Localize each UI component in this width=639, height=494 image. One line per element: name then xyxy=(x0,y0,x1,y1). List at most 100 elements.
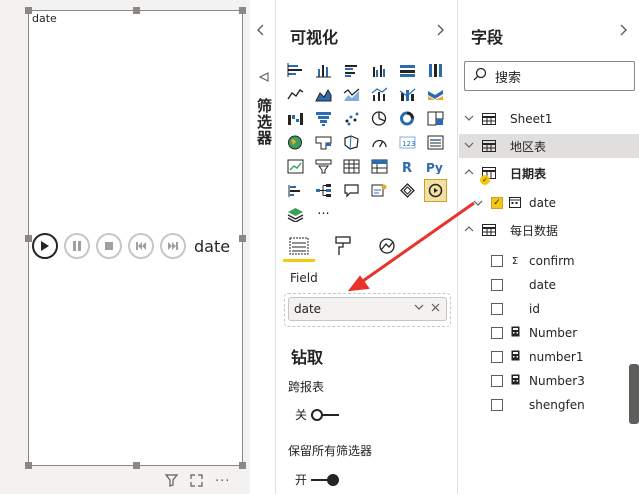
keep-filters-toggle[interactable]: 开 xyxy=(295,471,340,488)
clustered-bar-icon[interactable] xyxy=(341,60,362,81)
100-stacked-column-icon[interactable] xyxy=(425,60,446,81)
play-axis-visual[interactable]: date date xyxy=(25,7,246,469)
field-row-number1[interactable]: number1 xyxy=(491,346,583,368)
field-row-date[interactable]: date xyxy=(491,274,556,296)
matrix-icon[interactable] xyxy=(369,156,390,177)
field-row-shengfen[interactable]: shengfen xyxy=(491,394,585,416)
field-row-number[interactable]: Number xyxy=(491,322,577,344)
checkbox-unchecked[interactable] xyxy=(491,279,503,291)
chevron-down-icon[interactable] xyxy=(462,141,476,152)
checkbox-unchecked[interactable] xyxy=(491,255,503,267)
chevron-up-icon[interactable] xyxy=(462,168,476,179)
table-row-sheet1[interactable]: Sheet1 xyxy=(459,107,639,131)
close-icon[interactable] xyxy=(431,301,440,318)
treemap-icon[interactable] xyxy=(425,108,446,129)
filter-icon[interactable] xyxy=(164,474,179,491)
resize-handle-b[interactable] xyxy=(133,462,140,469)
filters-pane-title[interactable]: 筛选器 xyxy=(254,98,275,146)
ribbon-chart-icon[interactable] xyxy=(425,84,446,105)
fields-pane: 字段 搜索 Sheet1 地区表 ✓ 日期表 ✓ date 每日数据 Σ con… xyxy=(459,0,639,494)
tab-fields-well[interactable] xyxy=(283,232,315,262)
resize-handle-tr[interactable] xyxy=(239,7,246,14)
card-icon[interactable]: 123 xyxy=(397,132,418,153)
fields-scrollbar[interactable] xyxy=(629,364,639,424)
table-row-region[interactable]: 地区表 xyxy=(459,134,639,158)
field-drop-zone[interactable]: date xyxy=(284,293,451,327)
resize-handle-br[interactable] xyxy=(239,462,246,469)
resize-handle-t[interactable] xyxy=(133,7,140,14)
focus-mode-icon[interactable] xyxy=(190,474,203,491)
decomposition-tree-icon[interactable] xyxy=(313,180,334,201)
table-row-date[interactable]: ✓ 日期表 xyxy=(459,161,639,185)
line-stacked-column-icon[interactable] xyxy=(397,84,418,105)
toggle-track[interactable] xyxy=(311,473,340,486)
key-influencers-icon[interactable] xyxy=(285,180,306,201)
smart-narrative-icon[interactable] xyxy=(369,180,390,201)
qa-icon[interactable] xyxy=(341,180,362,201)
line-clustered-column-icon[interactable] xyxy=(369,84,390,105)
cross-report-toggle[interactable]: 关 xyxy=(295,406,340,423)
collapse-fields-icon[interactable] xyxy=(620,24,628,40)
clustered-column-icon[interactable] xyxy=(369,60,390,81)
tab-analytics[interactable] xyxy=(375,232,399,260)
diamond-visual-icon[interactable] xyxy=(397,180,418,201)
waterfall-icon[interactable] xyxy=(285,108,306,129)
table-row-daily-data[interactable]: 每日数据 xyxy=(459,218,639,242)
collapse-viz-icon[interactable] xyxy=(437,24,445,40)
field-row-confirm[interactable]: Σ confirm xyxy=(491,250,575,272)
field-row-number3[interactable]: Number3 xyxy=(491,370,585,392)
chevron-up-icon[interactable] xyxy=(462,225,476,236)
play-icon[interactable] xyxy=(32,233,58,259)
map-icon[interactable] xyxy=(285,132,306,153)
chevron-down-icon[interactable] xyxy=(414,300,424,317)
toggle-track[interactable] xyxy=(311,408,340,421)
stacked-bar-icon[interactable] xyxy=(285,60,306,81)
table-icon[interactable] xyxy=(341,156,362,177)
stop-icon[interactable] xyxy=(96,233,122,259)
resize-handle-r[interactable] xyxy=(239,235,246,242)
checkbox-unchecked[interactable] xyxy=(491,399,503,411)
r-visual-icon[interactable]: R xyxy=(397,156,418,177)
skip-forward-icon[interactable] xyxy=(160,233,186,259)
gauge-icon[interactable] xyxy=(369,132,390,153)
field-row-id[interactable]: id xyxy=(491,298,540,320)
checkbox-unchecked[interactable] xyxy=(491,303,503,315)
field-chip[interactable]: date xyxy=(288,297,447,321)
slicer-icon[interactable] xyxy=(313,156,334,177)
layered-visual-icon[interactable] xyxy=(285,204,306,225)
skip-back-icon[interactable] xyxy=(128,233,154,259)
checkbox-unchecked[interactable] xyxy=(491,351,503,363)
report-canvas: date date ··· xyxy=(0,0,250,494)
field-row-date-hierarchy[interactable]: ✓ date xyxy=(473,192,556,214)
stacked-area-icon[interactable] xyxy=(341,84,362,105)
calculator-icon xyxy=(509,326,521,340)
100-stacked-bar-icon[interactable] xyxy=(397,60,418,81)
kpi-icon[interactable] xyxy=(285,156,306,177)
python-visual-icon[interactable]: Py xyxy=(425,156,446,177)
checkbox-checked[interactable]: ✓ xyxy=(491,197,503,209)
chevron-down-icon[interactable] xyxy=(462,114,476,125)
tab-format-paint[interactable] xyxy=(331,232,355,260)
pause-icon[interactable] xyxy=(64,233,90,259)
multi-row-card-icon[interactable] xyxy=(425,132,446,153)
search-input[interactable]: 搜索 xyxy=(464,61,635,91)
chevron-down-icon[interactable] xyxy=(473,196,485,210)
shape-map-icon[interactable] xyxy=(341,132,362,153)
stacked-column-icon[interactable] xyxy=(313,60,334,81)
checkbox-unchecked[interactable] xyxy=(491,327,503,339)
resize-handle-l[interactable] xyxy=(25,235,32,242)
expand-filters-icon[interactable] xyxy=(256,24,264,40)
resize-handle-bl[interactable] xyxy=(25,462,32,469)
line-chart-icon[interactable] xyxy=(285,84,306,105)
funnel-chart-icon[interactable] xyxy=(313,108,334,129)
area-chart-icon[interactable] xyxy=(313,84,334,105)
play-axis-visual-icon[interactable] xyxy=(424,179,447,202)
scatter-chart-icon[interactable] xyxy=(341,108,362,129)
more-options-icon[interactable]: ··· xyxy=(215,474,230,491)
pie-chart-icon[interactable] xyxy=(369,108,390,129)
resize-handle-tl[interactable] xyxy=(25,7,32,14)
donut-chart-icon[interactable] xyxy=(397,108,418,129)
more-visuals-icon[interactable]: ··· xyxy=(313,204,334,225)
filled-map-icon[interactable] xyxy=(313,132,334,153)
checkbox-unchecked[interactable] xyxy=(491,375,503,387)
